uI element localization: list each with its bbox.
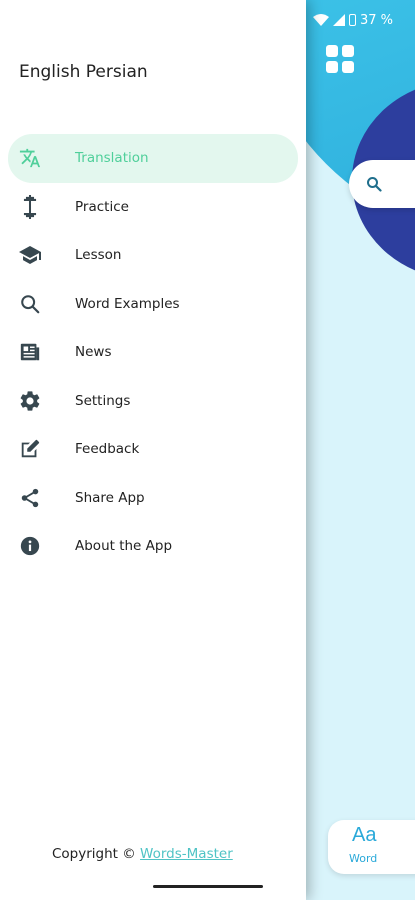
drawer-title: English Persian [19,62,148,82]
newspaper-icon [18,340,42,364]
menu-item-lesson[interactable]: Lesson [0,231,306,280]
menu-item-feedback[interactable]: Feedback [0,425,306,474]
share-icon [18,486,42,510]
grid-cell [342,45,354,57]
menu-item-label: Feedback [75,441,140,458]
menu-item-about[interactable]: About the App [0,522,306,571]
menu-item-translation[interactable]: Translation [8,134,298,183]
gear-icon [18,389,42,413]
menu-item-practice[interactable]: Practice [0,183,306,232]
menu-item-label: Practice [75,198,129,215]
menu-item-label: News [75,344,112,361]
menu-item-label: Settings [75,392,131,409]
grid-cell [342,61,354,73]
status-bar: 37 % [312,10,393,30]
drawer-menu: Translation Practice Lesson Word Example… [0,134,306,571]
menu-item-word-examples[interactable]: Word Examples [0,280,306,329]
info-icon [18,534,42,558]
bottom-tab-word[interactable]: Aa Word [328,820,415,874]
word-tab-icon: Aa [352,824,377,846]
signal-icon [332,14,345,26]
battery-icon [348,14,356,26]
menu-item-label: About the App [75,538,173,555]
menu-item-label: Share App [75,489,145,506]
menu-item-settings[interactable]: Settings [0,377,306,426]
home-indicator[interactable] [153,885,263,888]
graduation-cap-icon [18,243,42,267]
copyright-text: Copyright © Words-Master [52,846,233,862]
wifi-icon [312,14,329,26]
menu-item-label: Lesson [75,247,122,264]
grid-cell [326,45,338,57]
search-icon [18,292,42,316]
edit-icon [18,437,42,461]
copyright-prefix: Copyright © [52,846,141,862]
menu-item-news[interactable]: News [0,328,306,377]
menu-item-label: Translation [75,150,149,167]
words-master-link[interactable]: Words-Master [140,846,233,862]
grid-menu-button[interactable] [326,45,354,73]
menu-item-label: Word Examples [75,295,180,312]
dumbbell-icon [18,194,42,219]
search-input[interactable] [349,160,415,208]
search-icon [367,177,382,192]
grid-cell [326,61,338,73]
word-tab-label: Word [349,852,378,865]
navigation-drawer: English Persian Translation Practice Les… [0,0,306,900]
translate-icon [18,146,42,170]
battery-percent: 37 % [359,12,393,28]
menu-item-share-app[interactable]: Share App [0,474,306,523]
